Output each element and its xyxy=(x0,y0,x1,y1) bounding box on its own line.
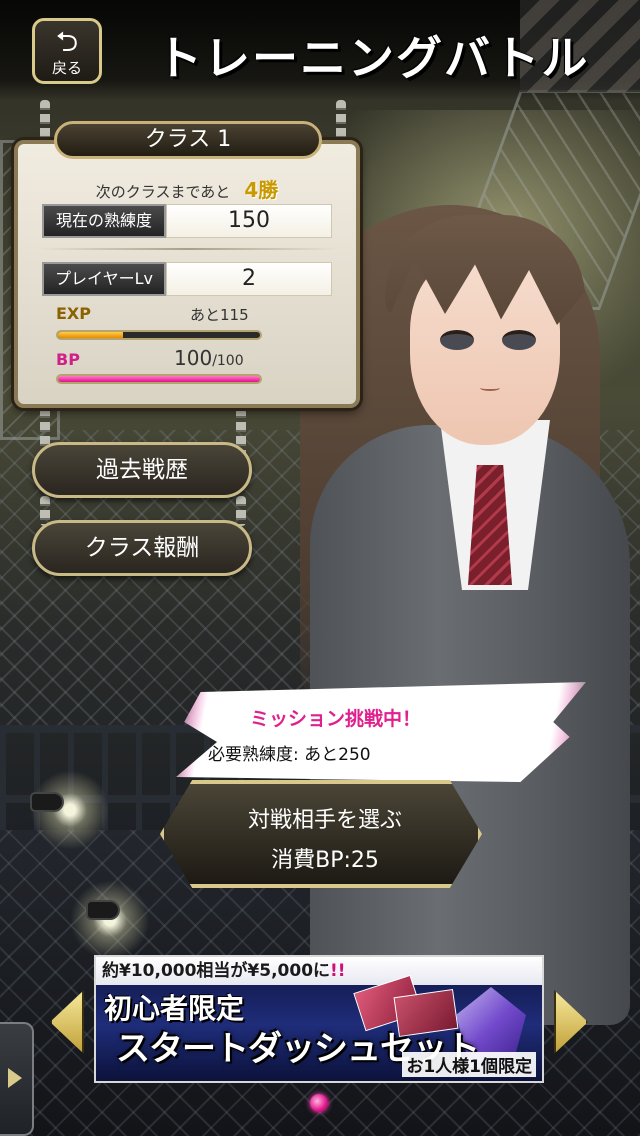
exp-bar xyxy=(56,330,262,340)
panel-divider xyxy=(38,248,338,250)
header-bar: ⮌ 戻る トレーニングバトル xyxy=(0,0,640,100)
select-opponent-label: 対戦相手を選ぶ xyxy=(247,808,402,833)
proficiency-value: 150 xyxy=(166,204,332,238)
next-class-info: 次のクラスまであと 4勝 xyxy=(18,174,356,203)
character-eye xyxy=(440,330,474,350)
bp-max: /100 xyxy=(212,353,244,369)
next-class-text: 次のクラスまであと xyxy=(95,183,231,201)
class-name-tab: クラス 1 xyxy=(54,121,322,159)
bp-bar-fill xyxy=(58,376,260,382)
character-eye xyxy=(502,330,536,350)
player-level-row: プレイヤーLv 2 xyxy=(42,262,332,296)
promo-banner[interactable]: 約¥10,000相当が¥5,000に!! 初心者限定 スタートダッシュセット お… xyxy=(94,955,544,1083)
proficiency-row: 現在の熟練度 150 xyxy=(42,204,332,238)
back-button[interactable]: ⮌ 戻る xyxy=(32,18,102,84)
chain xyxy=(236,496,246,526)
side-drawer-tab[interactable] xyxy=(0,1022,34,1136)
bp-label: BP xyxy=(56,350,80,369)
player-level-label: プレイヤーLv xyxy=(42,262,166,296)
character-mouth xyxy=(480,385,500,391)
player-level-value: 2 xyxy=(166,262,332,296)
exp-bar-fill xyxy=(58,332,123,338)
lamp xyxy=(30,792,64,812)
return-arrow-icon: ⮌ xyxy=(55,25,79,58)
exp-label: EXP xyxy=(56,304,91,323)
bp-readout: 100/100 xyxy=(174,346,244,370)
bp-cost-label: 消費BP:25 xyxy=(271,848,379,873)
carousel-page-indicator xyxy=(310,1094,328,1112)
bp-bar xyxy=(56,374,262,384)
promo-price: 約¥10,000相当が¥5,000に xyxy=(102,961,331,981)
exp-remaining: あと115 xyxy=(190,306,249,324)
mission-title: ミッション挑戦中！ xyxy=(250,708,422,730)
page-title: トレーニングバトル xyxy=(156,31,590,85)
promo-exclaim: !! xyxy=(330,961,346,981)
class-status-panel: 次のクラスまであと 4勝 現在の熟練度 150 プレイヤーLv 2 EXP あと1… xyxy=(14,140,360,408)
bp-current: 100 xyxy=(174,346,213,370)
lamp xyxy=(86,900,120,920)
promo-limit-note: お1人様1個限定 xyxy=(402,1052,536,1077)
mission-requirement: 必要熟練度: あと250 xyxy=(208,745,371,765)
wins-remaining: 4勝 xyxy=(244,178,279,202)
class-rewards-button[interactable]: クラス報酬 xyxy=(32,520,252,576)
spotlight xyxy=(70,880,150,960)
promo-price-text: 約¥10,000相当が¥5,000に!! xyxy=(96,957,542,985)
proficiency-label: 現在の熟練度 xyxy=(42,204,166,238)
battle-history-button[interactable]: 過去戦歴 xyxy=(32,442,252,498)
back-label: 戻る xyxy=(51,59,82,77)
triangle-right-icon xyxy=(8,1068,22,1088)
mission-banner xyxy=(176,682,586,782)
select-opponent-button[interactable]: 対戦相手を選ぶ 消費BP:25 xyxy=(160,780,482,888)
